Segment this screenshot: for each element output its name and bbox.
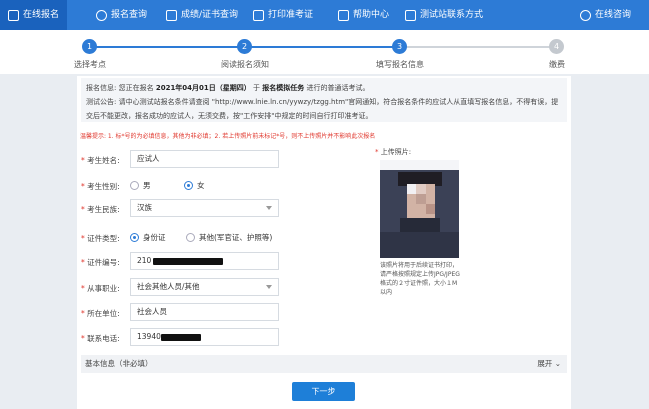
nav-score-certificate[interactable]: 成绩/证书查询 bbox=[166, 0, 238, 30]
nav-label: 在线咨询 bbox=[595, 10, 632, 20]
occupation-label: * 从事职业: bbox=[81, 284, 120, 293]
certificate-icon bbox=[166, 9, 177, 21]
step-connector bbox=[245, 46, 400, 48]
id-number-label: * 证件编号: bbox=[81, 258, 120, 267]
info-mid: 于 bbox=[253, 84, 261, 92]
employer-label: * 所在单位: bbox=[81, 309, 120, 318]
id-type-other-radio[interactable]: 其他(军官证、护照等) bbox=[186, 232, 272, 243]
occupation-value: 社会其他人员/其他 bbox=[137, 282, 200, 291]
radio-label: 身份证 bbox=[143, 233, 166, 242]
phone-icon bbox=[405, 9, 416, 21]
gender-male-radio[interactable]: 男 bbox=[130, 180, 151, 191]
name-label: * 考生姓名: bbox=[81, 156, 120, 165]
step-4-dot: 4 bbox=[549, 39, 564, 54]
nav-label: 测试站联系方式 bbox=[420, 10, 484, 20]
ethnicity-select[interactable]: 汉族 bbox=[130, 199, 279, 217]
nav-help-center[interactable]: 帮助中心 bbox=[338, 0, 389, 30]
info-task: 报名模拟任务 bbox=[262, 84, 305, 92]
radio-circle bbox=[186, 233, 195, 242]
help-icon bbox=[338, 9, 349, 21]
occupation-select[interactable]: 社会其他人员/其他 bbox=[130, 278, 279, 296]
nav-label: 报名查询 bbox=[111, 10, 148, 20]
name-input[interactable]: 应试人 bbox=[130, 150, 279, 168]
step-3-label: 填写报名信息 bbox=[376, 60, 424, 69]
photo-note: 该照片将用于后续证书打印，请严格按照规定上传JPG/JPEG格式的２寸证件照，大… bbox=[380, 262, 460, 296]
photo-label: * 上传照片: bbox=[375, 148, 412, 156]
chevron-down-icon bbox=[266, 285, 272, 289]
search-icon bbox=[96, 9, 107, 21]
phone-input[interactable]: 13940 bbox=[130, 328, 279, 346]
step-2-label: 阅读报名须知 bbox=[221, 60, 269, 69]
radio-label: 女 bbox=[197, 181, 205, 190]
nav-registration-query[interactable]: 报名查询 bbox=[96, 0, 147, 30]
radio-circle bbox=[130, 233, 139, 242]
nav-label: 在线报名 bbox=[23, 10, 60, 20]
id-type-label: * 证件类型: bbox=[81, 234, 120, 243]
next-button[interactable]: 下一步 bbox=[292, 382, 355, 401]
id-type-idcard-radio[interactable]: 身份证 bbox=[130, 232, 166, 243]
nav-label: 帮助中心 bbox=[353, 10, 390, 20]
redaction bbox=[153, 258, 223, 265]
step-4-label: 缴费 bbox=[549, 60, 565, 69]
step-3-dot: 3 bbox=[392, 39, 407, 54]
radio-circle bbox=[184, 181, 193, 190]
chevron-down-icon: ⌄ bbox=[554, 359, 561, 368]
id-number-input[interactable]: 210 bbox=[130, 252, 279, 270]
step-connector bbox=[90, 46, 245, 48]
nav-online-registration[interactable]: 在线报名 bbox=[0, 0, 68, 30]
nav-online-consult[interactable]: 在线咨询 bbox=[580, 0, 631, 30]
progress-stepper: 1 2 3 4 选择考点 阅读报名须知 填写报名信息 缴费 bbox=[0, 30, 649, 74]
gender-label: * 考生性别: bbox=[81, 182, 120, 191]
top-nav: 在线报名 报名查询 成绩/证书查询 打印准考证 帮助中心 测试站联系方式 在线咨… bbox=[0, 0, 649, 30]
radio-circle bbox=[130, 181, 139, 190]
radio-label: 男 bbox=[143, 181, 151, 190]
redaction bbox=[161, 334, 201, 341]
step-1-dot: 1 bbox=[82, 39, 97, 54]
notice-box: 报名信息: 您正在报名 2021年04月01日（星期四） 于 报名模拟任务 进行… bbox=[81, 78, 567, 122]
employer-input[interactable]: 社会人员 bbox=[130, 303, 279, 321]
phone-label: * 联系电话: bbox=[81, 334, 120, 343]
ethnicity-label: * 考生民族: bbox=[81, 205, 120, 214]
ethnicity-value: 汉族 bbox=[137, 203, 152, 212]
phone-value: 13940 bbox=[137, 332, 161, 341]
basic-info-title: 基本信息（非必填） bbox=[85, 359, 153, 368]
edit-icon bbox=[8, 9, 19, 21]
id-number-value: 210 bbox=[137, 256, 152, 265]
info-date: 2021年04月01日（星期四） bbox=[155, 84, 251, 92]
info-suffix: 进行的普通话考试。 bbox=[306, 84, 370, 92]
nav-label: 成绩/证书查询 bbox=[181, 10, 239, 20]
step-connector bbox=[400, 46, 557, 48]
required-warning: 温馨提示: 1. 标*号的为必填信息，其他为非必填；2. 若上传照片前未标记*号… bbox=[80, 133, 376, 140]
portrait-photo-image bbox=[380, 160, 459, 258]
nav-label: 打印准考证 bbox=[268, 10, 314, 20]
expand-toggle[interactable]: 展开 ⌄ bbox=[537, 355, 561, 373]
gender-female-radio[interactable]: 女 bbox=[184, 180, 205, 191]
chevron-down-icon bbox=[266, 206, 272, 210]
info-prefix: 报名信息: 您正在报名 bbox=[86, 84, 154, 92]
printer-icon bbox=[253, 9, 264, 21]
nav-contact[interactable]: 测试站联系方式 bbox=[405, 0, 483, 30]
radio-label: 其他(军官证、护照等) bbox=[199, 233, 273, 242]
nav-print-admission[interactable]: 打印准考证 bbox=[253, 0, 313, 30]
basic-info-bar[interactable]: 基本信息（非必填） 展开 ⌄ bbox=[81, 355, 567, 373]
chat-icon bbox=[580, 9, 591, 21]
registration-form-panel: 报名信息: 您正在报名 2021年04月01日（星期四） 于 报名模拟任务 进行… bbox=[77, 76, 571, 409]
step-1-label: 选择考点 bbox=[74, 60, 106, 69]
step-2-dot: 2 bbox=[237, 39, 252, 54]
registration-info: 报名信息: 您正在报名 2021年04月01日（星期四） 于 报名模拟任务 进行… bbox=[86, 81, 370, 95]
photo-upload[interactable] bbox=[380, 160, 459, 258]
bulletin-text: 测试公告: 请中心测试站报名条件请查阅 "http://www.lnie.ln.… bbox=[86, 98, 559, 120]
